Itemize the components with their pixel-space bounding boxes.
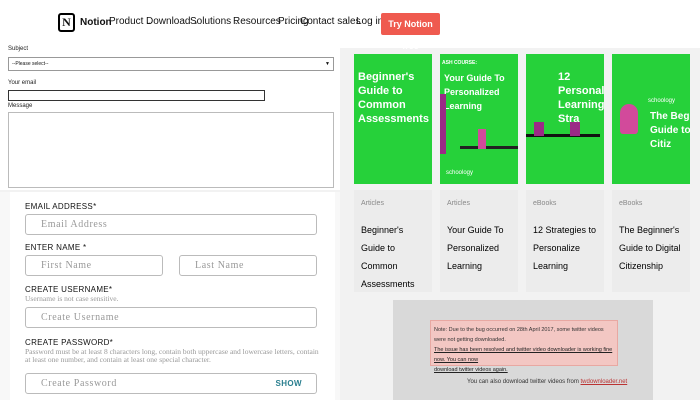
card-thumbnail: schoology The Beginner's Guide to Digita… [612,54,690,184]
contact-form: Subject --Please select-- ▼ Your email M… [0,40,340,190]
password-hint: Password must be at least 8 characters l… [25,347,319,364]
message-textarea[interactable] [8,112,334,188]
contact-sales-link[interactable]: Contact sales [300,16,361,27]
signup-card: EMAIL ADDRESS* Email Address ENTER NAME … [10,192,335,400]
notice-line-3: download twitter videos again. [434,367,508,373]
resource-cards: Beginner's Guide to Common Assessments A… [354,54,700,294]
notice-line-1: Note: Due to the bug occurred on 28th Ap… [434,327,604,343]
email-field[interactable] [8,90,265,101]
resource-card[interactable]: 12 Personalize Learning Stra eBooks 12 S… [526,54,604,294]
card-body: Articles Your Guide To Personalized Lear… [440,190,518,292]
password-input[interactable]: Create Password SHOW [25,373,317,394]
create-username-label: CREATE USERNAME* [25,285,113,294]
person-figure [478,129,486,149]
download-notice-section: Note: Due to the bug occurred on 28th Ap… [393,300,653,400]
create-password-label: CREATE PASSWORD* [25,338,114,347]
try-notion-button[interactable]: Try Notion free [381,13,440,51]
enter-name-label: ENTER NAME * [25,243,87,252]
notice-line-2: The issue has been resolved and twitter … [434,347,613,363]
notice-box: Note: Due to the bug occurred on 28th Ap… [430,320,618,373]
card-title[interactable]: Beginner's Guide to Common Assessments [361,221,425,293]
nav-product[interactable]: Product ⌄ [109,16,151,27]
resource-card[interactable]: Beginner's Guide to Common Assessments A… [354,54,432,294]
login-link[interactable]: Log in [356,16,383,27]
show-password-button[interactable]: SHOW [276,374,303,393]
card-body: eBooks The Beginner's Guide to Digital C… [612,190,690,292]
card-body: Articles Beginner's Guide to Common Asse… [354,190,432,292]
email-address-input[interactable]: Email Address [25,214,317,235]
message-label: Message [8,103,33,109]
signup-section: EMAIL ADDRESS* Email Address ENTER NAME … [0,192,340,400]
twdownloader-link[interactable]: twdownloader.net [581,379,628,385]
username-hint: Username is not case sensitive. [25,294,119,303]
card-thumbnail: ASH COURSE: Your Guide To Personalized L… [440,54,518,184]
email-label: Your email [8,80,37,86]
card-title[interactable]: 12 Strategies to Personalize Learning [533,221,597,275]
resource-card[interactable]: ASH COURSE: Your Guide To Personalized L… [440,54,518,294]
first-name-input[interactable]: First Name [25,255,163,276]
subject-label: Subject [8,46,29,52]
person-figure [534,122,544,136]
card-title[interactable]: Your Guide To Personalized Learning [447,221,511,275]
card-thumbnail: Beginner's Guide to Common Assessments [354,54,432,184]
last-name-input[interactable]: Last Name [179,255,317,276]
dropdown-arrow-icon: ▼ [325,61,330,67]
notion-logo[interactable]: N [58,13,75,32]
person-figure [440,94,446,154]
person-figure [620,104,638,134]
card-body: eBooks 12 Strategies to Personalize Lear… [526,190,604,292]
desk-shape [460,146,518,149]
username-input[interactable]: Create Username [25,307,317,328]
card-category: Articles [361,200,384,207]
card-title[interactable]: The Beginner's Guide to Digital Citizens… [619,221,683,275]
nav-solutions[interactable]: Solutions ⌄ [190,16,239,27]
card-thumbnail: 12 Personalize Learning Stra [526,54,604,184]
card-category: eBooks [533,200,557,207]
brand-name[interactable]: Notion [80,17,112,28]
person-figure [570,122,580,136]
subject-select[interactable]: --Please select-- ▼ [8,57,334,71]
card-category: eBooks [619,200,643,207]
resource-card[interactable]: schoology The Beginner's Guide to Digita… [612,54,690,294]
notice-footer: You can also download twitter videos fro… [467,379,628,385]
email-address-label: EMAIL ADDRESS* [25,202,97,211]
card-category: Articles [447,200,470,207]
